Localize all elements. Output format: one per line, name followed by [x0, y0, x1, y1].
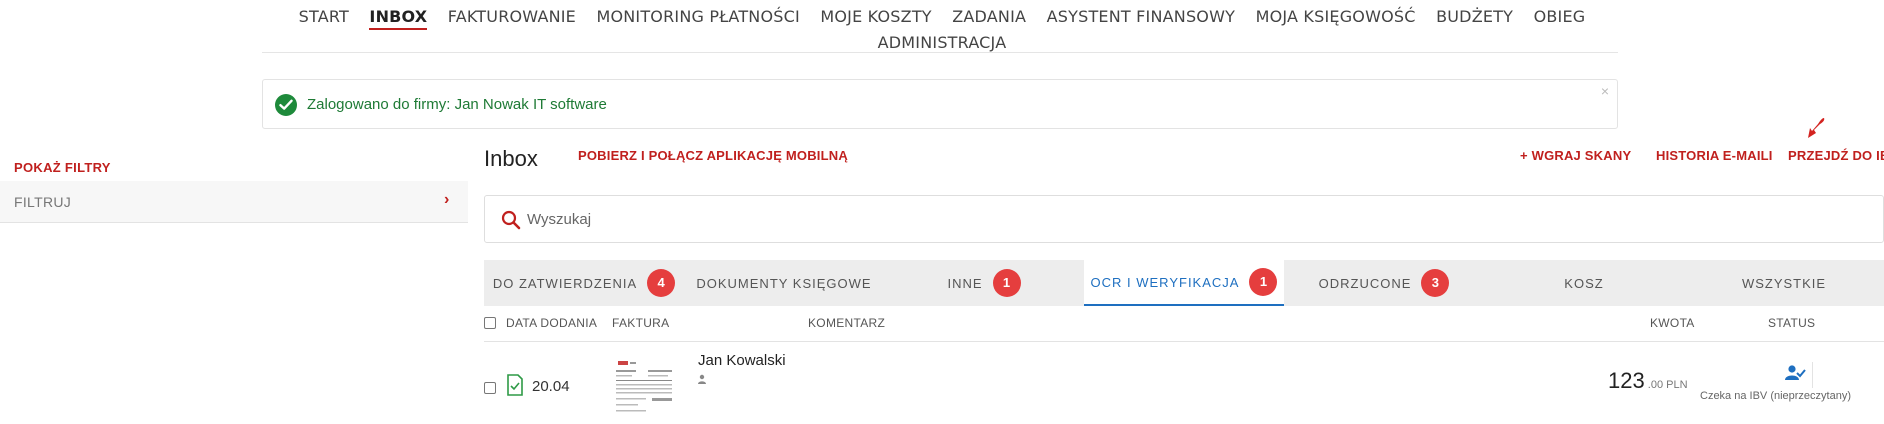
- select-all-checkbox[interactable]: [484, 317, 496, 329]
- tab-kosz[interactable]: KOSZ: [1484, 260, 1684, 306]
- tab-do-zatwierdzenia[interactable]: DO ZATWIERDZENIA 4: [484, 260, 684, 306]
- column-header-date: DATA DODANIA: [506, 316, 598, 330]
- nav-item-asystent-finansowy[interactable]: ASYSTENT FINANSOWY: [1047, 4, 1236, 29]
- column-header-status: STATUS: [1768, 316, 1816, 330]
- inbox-tabs: DO ZATWIERDZENIA 4 DOKUMENTY KSIĘGOWE IN…: [484, 260, 1884, 306]
- upload-scans-link[interactable]: + WGRAJ SKANY: [1520, 148, 1631, 163]
- row-date: 20.04: [532, 378, 570, 395]
- row-status: Czeka na IBV (nieprzeczytany): [1700, 390, 1852, 402]
- search-icon: [501, 210, 521, 230]
- tab-label: KOSZ: [1564, 275, 1604, 291]
- filter-box[interactable]: FILTRUJ ›: [0, 181, 468, 223]
- check-circle-icon: [275, 94, 297, 116]
- show-filters-link[interactable]: POKAŻ FILTRY: [14, 160, 111, 175]
- email-history-link[interactable]: HISTORIA E-MAILI: [1656, 148, 1773, 163]
- count-badge: 1: [992, 269, 1021, 297]
- pointer-arrow-icon: [1808, 118, 1825, 138]
- row-divider: [1812, 362, 1813, 388]
- search-bar: [484, 195, 1884, 243]
- user-icon: [698, 374, 706, 384]
- filter-box-label: FILTRUJ: [14, 194, 72, 210]
- mobile-app-link[interactable]: POBIERZ I POŁĄCZ APLIKACJĘ MOBILNĄ: [578, 148, 848, 163]
- amount-main: 123: [1608, 368, 1645, 393]
- count-badge: 1: [1249, 268, 1278, 296]
- tab-ocr-i-weryfikacja[interactable]: OCR I WERYFIKACJA 1: [1084, 260, 1284, 306]
- tab-label: DOKUMENTY KSIĘGOWE: [696, 275, 872, 291]
- tab-label: INNE: [947, 275, 983, 291]
- tab-wszystkie[interactable]: WSZYSTKIE: [1684, 260, 1884, 306]
- row-checkbox[interactable]: [484, 382, 496, 394]
- main-navigation: START INBOX FAKTUROWANIE MONITORING PŁAT…: [262, 4, 1622, 55]
- tab-dokumenty-ksiegowe[interactable]: DOKUMENTY KSIĘGOWE: [684, 260, 884, 306]
- page-title: Inbox: [484, 146, 538, 171]
- alert-message: Zalogowano do firmy: Jan Nowak IT softwa…: [307, 96, 607, 113]
- table-row[interactable]: 20.04 Jan Kowalski 123 .00 PLN Czeka na …: [484, 344, 1884, 424]
- tab-label: DO ZATWIERDZENIA: [492, 275, 638, 291]
- invoice-thumbnail[interactable]: [612, 358, 678, 422]
- user-check-icon[interactable]: [1784, 364, 1806, 382]
- count-badge: 3: [1421, 269, 1450, 297]
- search-input[interactable]: [527, 205, 1827, 233]
- tab-label: OCR I WERYFIKACJA: [1090, 274, 1240, 290]
- row-contractor-name[interactable]: Jan Kowalski: [698, 352, 786, 369]
- chevron-right-icon: ›: [444, 191, 450, 208]
- nav-item-moja-ksiegowosc[interactable]: MOJA KSIĘGOWOŚĆ: [1256, 4, 1416, 29]
- column-header-invoice: FAKTURA: [612, 316, 670, 330]
- nav-item-inbox[interactable]: INBOX: [369, 6, 428, 30]
- nav-item-moje-koszty[interactable]: MOJE KOSZTY: [820, 4, 931, 29]
- nav-item-zadania[interactable]: ZADANIA: [952, 4, 1026, 29]
- nav-divider: [262, 52, 1618, 53]
- tab-odrzucone[interactable]: ODRZUCONE 3: [1284, 260, 1484, 306]
- nav-item-monitoring-platnosci[interactable]: MONITORING PŁATNOŚCI: [596, 4, 799, 29]
- tab-label: ODRZUCONE: [1318, 275, 1412, 291]
- column-header-amount: KWOTA: [1650, 316, 1695, 330]
- count-badge: 4: [647, 269, 676, 297]
- nav-item-start[interactable]: START: [299, 4, 349, 29]
- table-header: DATA DODANIA FAKTURA KOMENTARZ KWOTA STA…: [484, 316, 1884, 342]
- tab-inne[interactable]: INNE 1: [884, 260, 1084, 306]
- document-check-icon: [507, 374, 523, 396]
- row-amount: 123 .00 PLN: [1608, 368, 1688, 394]
- go-to-ibv-link[interactable]: PRZEJDŹ DO IBV: [1788, 148, 1884, 163]
- nav-item-obieg[interactable]: OBIEG: [1534, 4, 1586, 29]
- alert-close-button[interactable]: ×: [1601, 83, 1609, 99]
- tab-label: WSZYSTKIE: [1741, 275, 1827, 291]
- login-alert: Zalogowano do firmy: Jan Nowak IT softwa…: [262, 79, 1618, 129]
- column-header-comment: KOMENTARZ: [808, 316, 886, 330]
- nav-item-fakturowanie[interactable]: FAKTUROWANIE: [448, 4, 576, 29]
- amount-suffix: .00 PLN: [1644, 379, 1688, 391]
- nav-item-budzety[interactable]: BUDŻETY: [1436, 4, 1513, 29]
